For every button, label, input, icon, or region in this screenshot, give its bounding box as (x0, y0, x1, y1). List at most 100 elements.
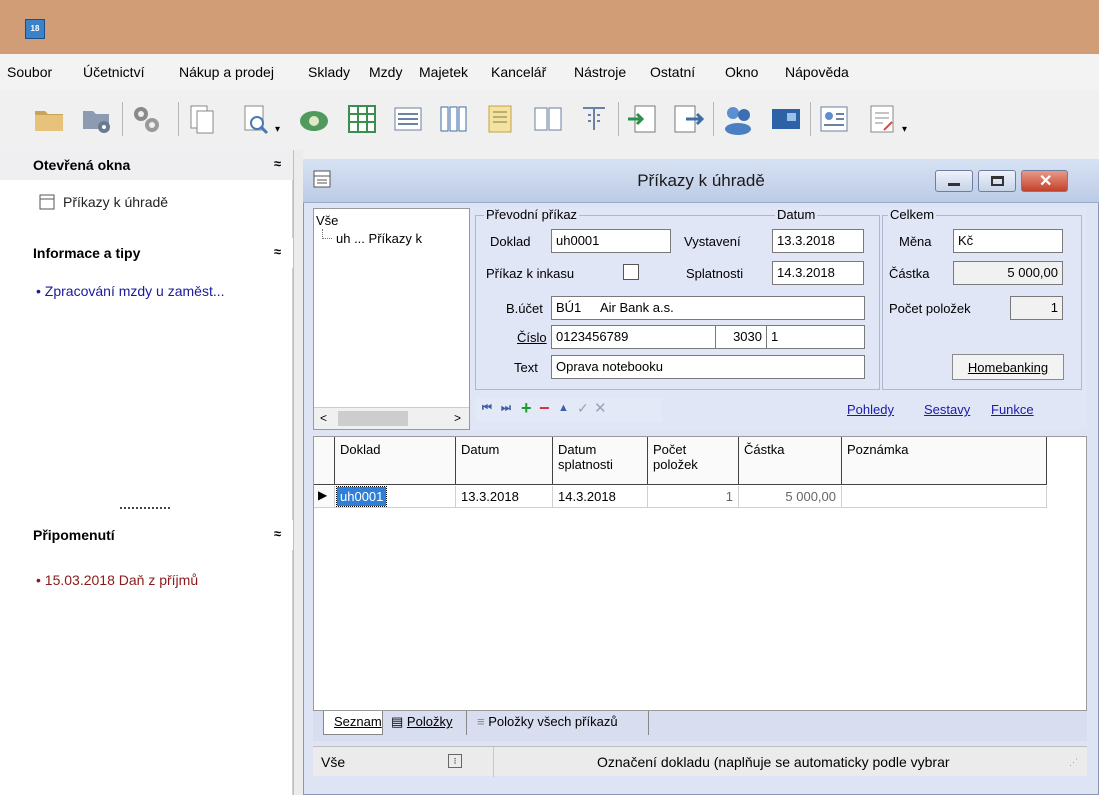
tab-seznam[interactable]: Seznam (323, 711, 383, 735)
status-bar: Vše ⁝ Označení dokladu (naplňuje se auto… (313, 746, 1087, 777)
card-icon[interactable] (770, 103, 802, 135)
column-header-datum[interactable]: Datum (456, 437, 553, 485)
table-row-pocet[interactable]: 1 (648, 486, 739, 508)
text-icon[interactable] (578, 103, 610, 135)
last-record-icon[interactable]: ⏭ (501, 402, 511, 415)
copy-icon[interactable] (186, 103, 218, 135)
import-icon[interactable] (626, 103, 658, 135)
close-icon: ✕ (1039, 173, 1053, 190)
first-record-icon[interactable]: ⏮ (482, 402, 492, 415)
due-date-field[interactable]: 14.3.2018 (772, 261, 864, 285)
table-row-datum-splatnosti[interactable]: 14.3.2018 (553, 486, 648, 508)
table-row-datum[interactable]: 13.3.2018 (456, 486, 553, 508)
menu-majetek[interactable]: Majetek (419, 64, 468, 80)
tab-polozky[interactable]: ▤ Položky (385, 711, 467, 735)
status-icon[interactable]: ⁝ (448, 754, 462, 768)
close-button[interactable]: ✕ (1021, 170, 1068, 192)
maximize-button[interactable] (978, 170, 1016, 192)
chevron-down-icon[interactable]: ▾ (275, 124, 280, 135)
currency-field[interactable]: Kč (953, 229, 1063, 253)
tree-item-payment-orders[interactable]: uh ... Příkazy k (336, 231, 422, 246)
minimize-button[interactable] (935, 170, 973, 192)
column-header-poznamka[interactable]: Poznámka (842, 437, 1047, 485)
doc-label: Doklad (490, 234, 531, 249)
users-icon[interactable] (722, 103, 754, 135)
account-number-field[interactable]: 0123456789 (551, 325, 716, 349)
column-header-pocet-polozek[interactable]: Počet položek (648, 437, 739, 485)
table-row-doklad[interactable]: uh0001 (335, 486, 456, 508)
confirm-icon[interactable]: ✓ (577, 400, 589, 417)
folder-icon[interactable] (33, 103, 65, 135)
column-header-datum-splatnosti[interactable]: Datum splatnosti (553, 437, 648, 485)
bank-code-field[interactable]: 3030 (715, 325, 767, 349)
homebanking-button[interactable]: Homebanking (952, 354, 1064, 380)
status-hint: Označení dokladu (naplňuje se automatick… (597, 754, 950, 770)
tree-root[interactable]: Vše (316, 213, 338, 228)
text-field[interactable]: Oprava notebooku (551, 355, 865, 379)
menu-bar: Soubor Účetnictví Nákup a prodej Sklady … (0, 54, 1099, 90)
menu-kancelar[interactable]: Kancelář (491, 64, 546, 80)
tree-panel: Vše uh ... Příkazy k < > (313, 208, 470, 430)
account-field[interactable]: BÚ1 Air Bank a.s. (551, 296, 865, 320)
menu-ucetnictvi[interactable]: Účetnictví (83, 64, 144, 80)
columns-icon[interactable] (438, 103, 470, 135)
scroll-right-icon[interactable]: > (454, 411, 461, 425)
form-icon[interactable] (392, 103, 424, 135)
app-icon: 18 (25, 19, 45, 39)
collapse-icon[interactable]: ≈ (274, 526, 281, 541)
menu-soubor[interactable]: Soubor (7, 64, 52, 80)
functions-link[interactable]: Funkce (991, 402, 1034, 417)
scroll-thumb[interactable] (338, 411, 408, 426)
menu-sklady[interactable]: Sklady (308, 64, 350, 80)
book-icon[interactable] (532, 103, 564, 135)
add-icon[interactable]: + (521, 398, 532, 419)
sidebar-tip-link[interactable]: • Zpracování mzdy u zaměst... (36, 283, 225, 299)
report-icon[interactable] (866, 103, 898, 135)
vertical-splitter[interactable] (293, 150, 303, 795)
menu-nastroje[interactable]: Nástroje (574, 64, 626, 80)
views-link[interactable]: Pohledy (847, 402, 894, 417)
table-row-castka[interactable]: 5 000,00 (739, 486, 842, 508)
menu-nakup-a-prodej[interactable]: Nákup a prodej (179, 64, 274, 80)
column-header-doklad[interactable]: Doklad (335, 437, 456, 485)
contact-icon[interactable] (818, 103, 850, 135)
menu-mzdy[interactable]: Mzdy (369, 64, 402, 80)
app-title-bar (0, 0, 1099, 54)
menu-okno[interactable]: Okno (725, 64, 758, 80)
sidebar-reminder-item[interactable]: • 15.03.2018 Daň z příjmů (36, 572, 198, 588)
print-preview-icon[interactable] (240, 103, 272, 135)
item-count-field: 1 (1010, 296, 1063, 320)
issue-date-label: Vystavení (684, 234, 741, 249)
sidebar-header-open-windows[interactable]: Otevřená okna ≈ (0, 150, 293, 180)
document-icon[interactable] (484, 103, 516, 135)
menu-ostatni[interactable]: Ostatní (650, 64, 695, 80)
resize-grip-icon[interactable]: ⋰ (1069, 757, 1078, 768)
number-extra-field[interactable]: 1 (766, 325, 865, 349)
table-row-poznamka[interactable] (842, 486, 1047, 508)
gears-icon[interactable] (130, 103, 162, 135)
tab-polozky-vsech-prikazu[interactable]: ≡ Položky všech příkazů (471, 711, 649, 735)
reports-link[interactable]: Sestavy (924, 402, 970, 417)
cancel-icon[interactable]: ✕ (594, 399, 607, 417)
splitter-grip[interactable] (120, 507, 170, 509)
folder-settings-icon[interactable] (81, 103, 113, 135)
grid-table-icon[interactable] (346, 103, 378, 135)
collapse-icon[interactable]: ≈ (274, 156, 281, 171)
collection-checkbox[interactable] (623, 264, 639, 280)
column-header-castka[interactable]: Částka (739, 437, 842, 485)
sidebar-item-prikazy-k-uhrade[interactable]: Příkazy k úhradě (39, 194, 279, 210)
issue-date-field[interactable]: 13.3.2018 (772, 229, 864, 253)
export-icon[interactable] (672, 103, 704, 135)
up-icon[interactable]: ▲ (558, 402, 569, 414)
collapse-icon[interactable]: ≈ (274, 244, 281, 259)
menu-napoveda[interactable]: Nápověda (785, 64, 849, 80)
money-icon[interactable] (298, 103, 330, 135)
sidebar-header-reminders[interactable]: Připomenutí ≈ (0, 520, 293, 550)
chevron-down-icon[interactable]: ▾ (902, 124, 907, 135)
scroll-left-icon[interactable]: < (320, 411, 327, 425)
doc-field[interactable]: uh0001 (551, 229, 671, 253)
delete-icon[interactable]: − (539, 398, 550, 419)
tree-hscrollbar[interactable]: < > (314, 407, 469, 429)
list-icon: ▤ (391, 714, 404, 729)
sidebar-header-tips[interactable]: Informace a tipy ≈ (0, 238, 293, 268)
